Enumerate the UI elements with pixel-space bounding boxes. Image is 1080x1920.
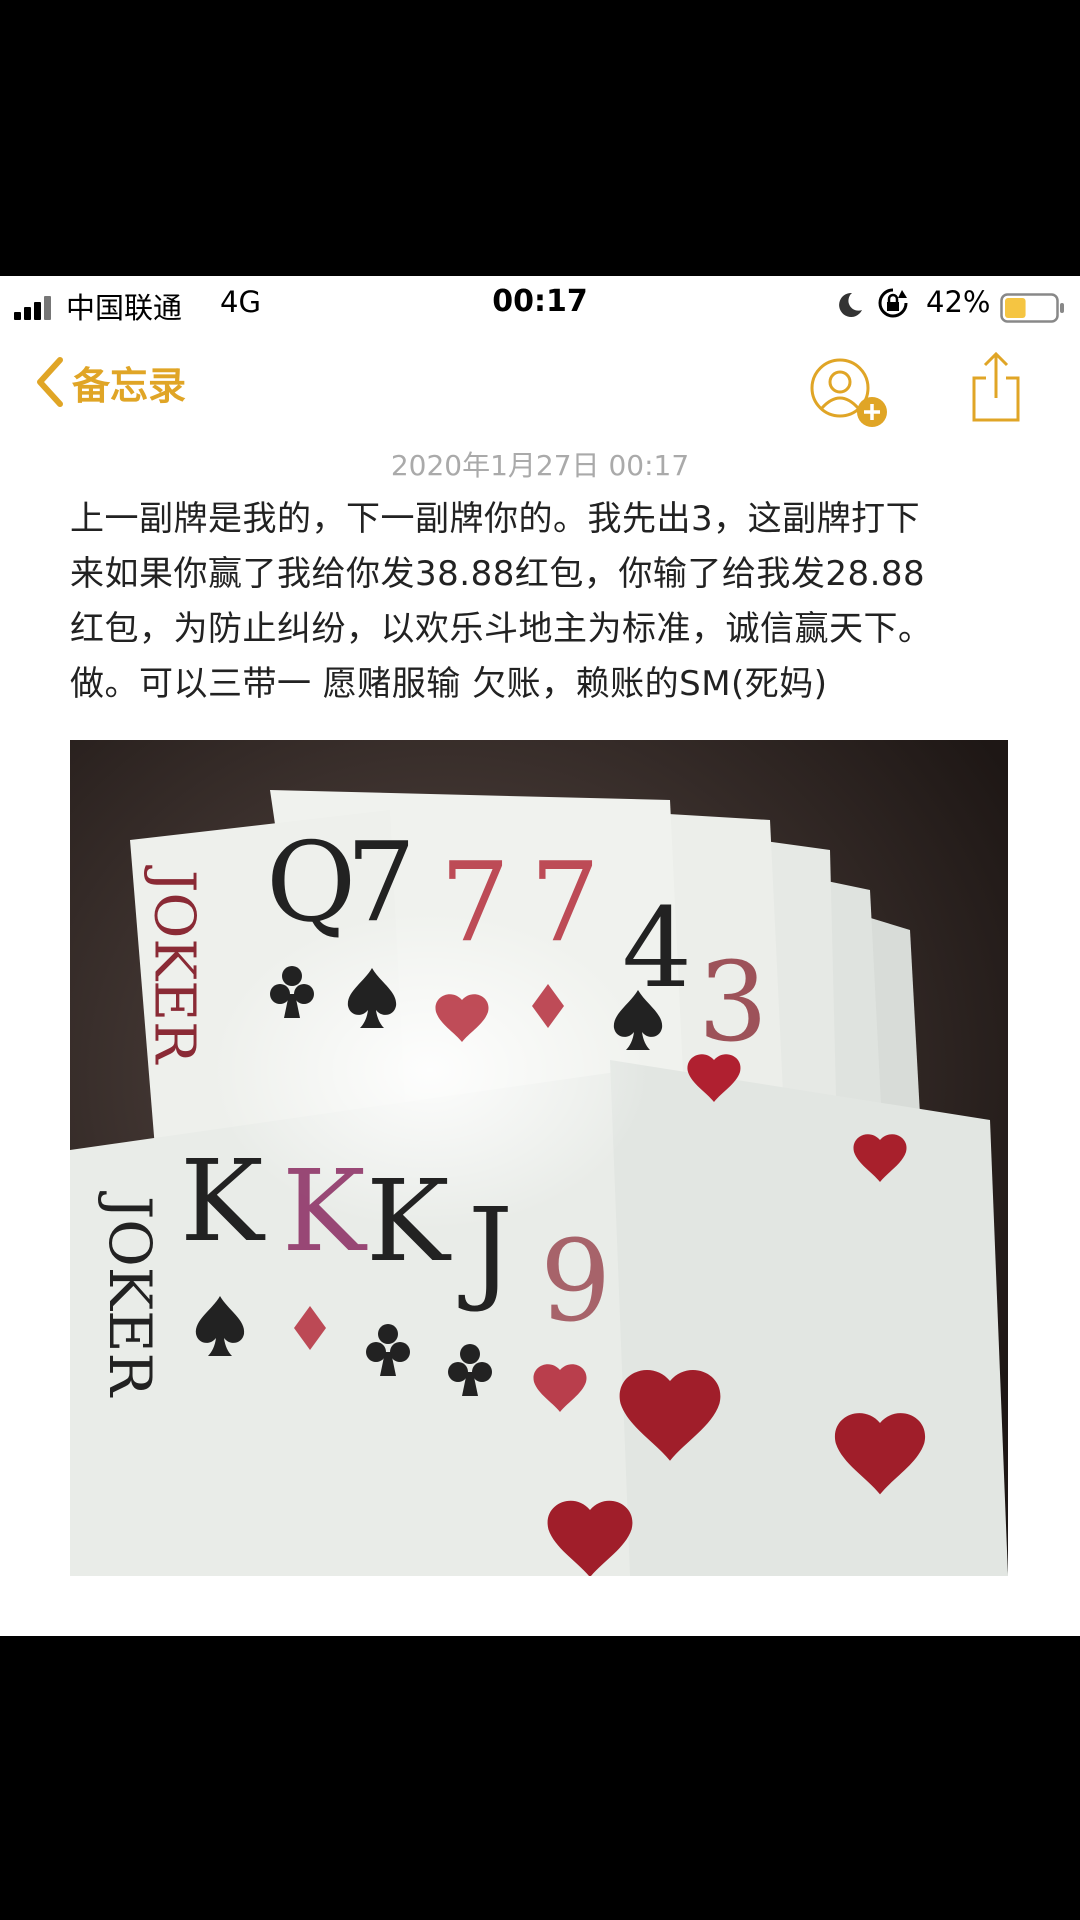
note-line: 上一副牌是我的，下一副牌你的。我先出3，这副牌打下 (70, 499, 921, 539)
note-line: 来如果你赢了我给你发38.88红包，你输了给我发28.88 (70, 554, 926, 594)
notes-screen: 中国联通 4G 00:17 42% 备忘录 2020年1月27日 00:17 上… (0, 276, 1080, 1636)
status-time: 00:17 (492, 284, 588, 319)
card-rank: 7 (440, 838, 510, 966)
add-person-icon[interactable] (806, 354, 896, 434)
chevron-left-icon (37, 357, 63, 407)
battery-icon (1000, 293, 1064, 323)
card-rank: 7 (346, 818, 416, 946)
back-label: 备忘录 (72, 363, 187, 408)
rotation-lock-icon (878, 288, 908, 318)
share-icon[interactable] (968, 348, 1024, 428)
battery-percent: 42% (926, 285, 991, 319)
note-date: 2020年1月27日 00:17 (390, 449, 690, 482)
card-rank: K (366, 1157, 452, 1287)
card-rank: Q (266, 818, 356, 946)
status-bar: 中国联通 4G 00:17 42% (0, 276, 1080, 332)
joker-label: JOKER (96, 1191, 164, 1398)
card-rank: 9 (540, 1217, 611, 1347)
note-line: 红包，为防止纠纷，以欢乐斗地主为标准，诚信赢天下。 (70, 609, 933, 649)
note-line: 做。可以三带一 愿赌服输 欠账，赖账的SM(死妈) (70, 664, 828, 704)
card-rank: 4 (622, 884, 692, 1012)
card-rank: 3 (698, 938, 768, 1066)
joker-label: JOKER (142, 865, 207, 1065)
moon-icon (839, 292, 862, 317)
card-rank: K (180, 1137, 266, 1267)
back-button[interactable]: 备忘录 (34, 352, 186, 412)
card-rank: K (282, 1147, 368, 1277)
playing-cards-photo[interactable]: Q 7 7 7 4 3 JOKER K K K J 9 JOKER (70, 740, 1008, 1576)
note-body[interactable]: 上一副牌是我的，下一副牌你的。我先出3，这副牌打下 来如果你赢了我给你发38.8… (70, 492, 1010, 712)
card-rank: 7 (530, 838, 600, 966)
